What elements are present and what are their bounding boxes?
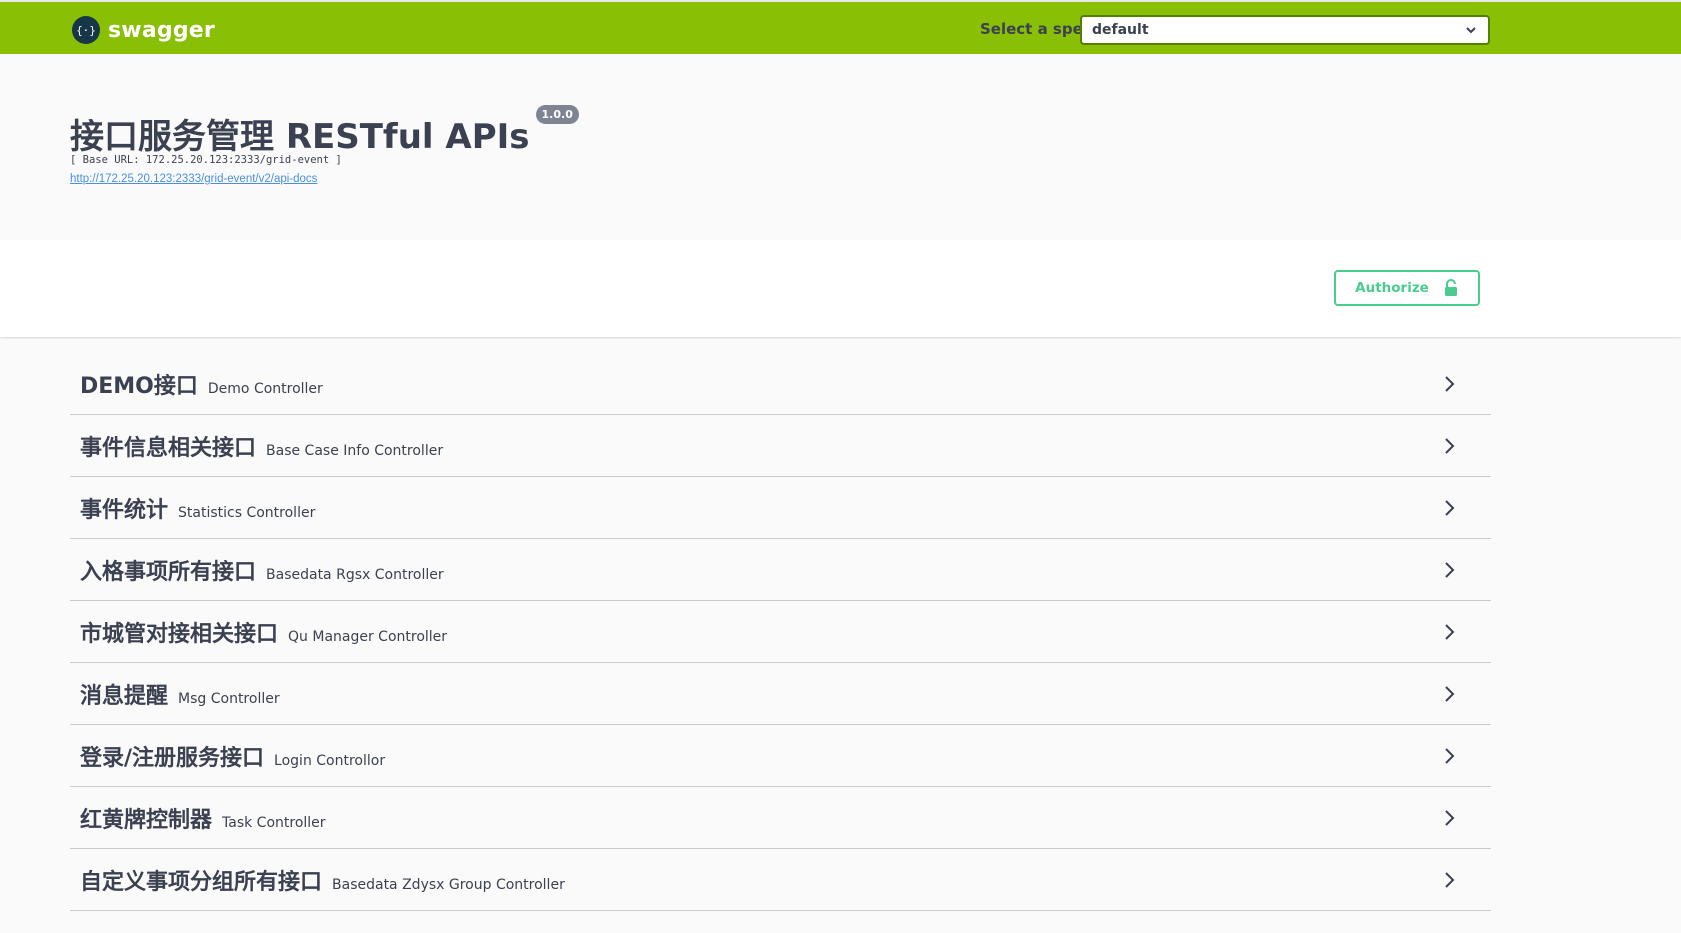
- svg-text:{·}: {·}: [77, 24, 95, 37]
- chevron-right-icon[interactable]: [1437, 434, 1461, 458]
- authorize-label: Authorize: [1355, 280, 1429, 296]
- api-docs-link[interactable]: http://172.25.20.123:2333/grid-event/v2/…: [70, 173, 317, 185]
- page-title: 接口服务管理 RESTful APIs: [70, 117, 530, 157]
- tag-section[interactable]: 登录/注册服务接口 Login Controllor: [70, 725, 1491, 787]
- tag-name: 登录/注册服务接口: [80, 745, 265, 771]
- chevron-right-icon[interactable]: [1437, 744, 1461, 768]
- tag-name: 市城管对接相关接口: [80, 621, 279, 647]
- lock-icon: [1444, 279, 1457, 296]
- chevron-right-icon[interactable]: [1437, 868, 1461, 892]
- tag-name: DEMO接口: [80, 373, 198, 399]
- base-url: [ Base URL: 172.25.20.123:2333/grid-even…: [70, 154, 342, 166]
- api-info: 接口服务管理 RESTful APIs 1.0.0 [ Base URL: 17…: [0, 54, 1681, 240]
- tag-description: Demo Controller: [207, 380, 323, 397]
- chevron-right-icon[interactable]: [1437, 558, 1461, 582]
- tag-section[interactable]: 事件信息相关接口 Base Case Info Controller: [70, 415, 1491, 477]
- title-row: 接口服务管理 RESTful APIs 1.0.0: [70, 105, 579, 158]
- spec-select[interactable]: default: [1080, 15, 1490, 45]
- tag-section[interactable]: 消息提醒 Msg Controller: [70, 663, 1491, 725]
- spec-select-value: default: [1092, 22, 1149, 38]
- tag-section[interactable]: 自定义事项分组所有接口 Basedata Zdysx Group Controll…: [70, 849, 1491, 911]
- tag-description: Login Controllor: [274, 752, 386, 769]
- tag-name: 自定义事项分组所有接口: [80, 869, 323, 895]
- tag-name: 红黄牌控制器: [80, 807, 213, 833]
- tag-description: Base Case Info Controller: [266, 442, 444, 459]
- tag-description: Basedata Rgsx Controller: [266, 566, 444, 583]
- tag-name: 事件信息相关接口: [80, 435, 257, 461]
- swagger-logo-icon: {·}: [72, 16, 100, 44]
- tag-section[interactable]: 市城管对接相关接口 Qu Manager Controller: [70, 601, 1491, 663]
- tag-name: 入格事项所有接口: [80, 559, 257, 585]
- tag-description: Task Controller: [222, 814, 326, 831]
- version-badge: 1.0.0: [535, 105, 579, 124]
- tag-name: 事件统计: [80, 497, 169, 523]
- tag-section[interactable]: DEMO接口 Demo Controller: [70, 353, 1491, 415]
- tag-description: Statistics Controller: [178, 504, 316, 521]
- brand-name: swagger: [108, 17, 215, 43]
- tag-section[interactable]: 红黄牌控制器 Task Controller: [70, 787, 1491, 849]
- tag-section[interactable]: 入格事项所有接口 Basedata Rgsx Controller: [70, 539, 1491, 601]
- tag-description: Qu Manager Controller: [288, 628, 448, 645]
- chevron-down-icon: [1466, 27, 1476, 34]
- tag-description: Basedata Zdysx Group Controller: [332, 876, 565, 893]
- chevron-right-icon[interactable]: [1437, 806, 1461, 830]
- chevron-right-icon[interactable]: [1437, 620, 1461, 644]
- authorize-button[interactable]: Authorize: [1334, 270, 1480, 306]
- chevron-right-icon[interactable]: [1437, 372, 1461, 396]
- topbar: {·} swagger Select a spec default: [0, 0, 1681, 54]
- spec-label: Select a spec: [980, 20, 1092, 38]
- tag-list: DEMO接口 Demo Controller 事件信息相关接口 Base Case …: [70, 353, 1491, 911]
- scheme-container: Authorize: [0, 240, 1681, 337]
- chevron-right-icon[interactable]: [1437, 682, 1461, 706]
- tag-description: Msg Controller: [178, 690, 280, 707]
- swagger-logo[interactable]: {·} swagger: [72, 16, 215, 44]
- chevron-right-icon[interactable]: [1437, 496, 1461, 520]
- tag-section[interactable]: 事件统计 Statistics Controller: [70, 477, 1491, 539]
- tag-name: 消息提醒: [80, 683, 169, 709]
